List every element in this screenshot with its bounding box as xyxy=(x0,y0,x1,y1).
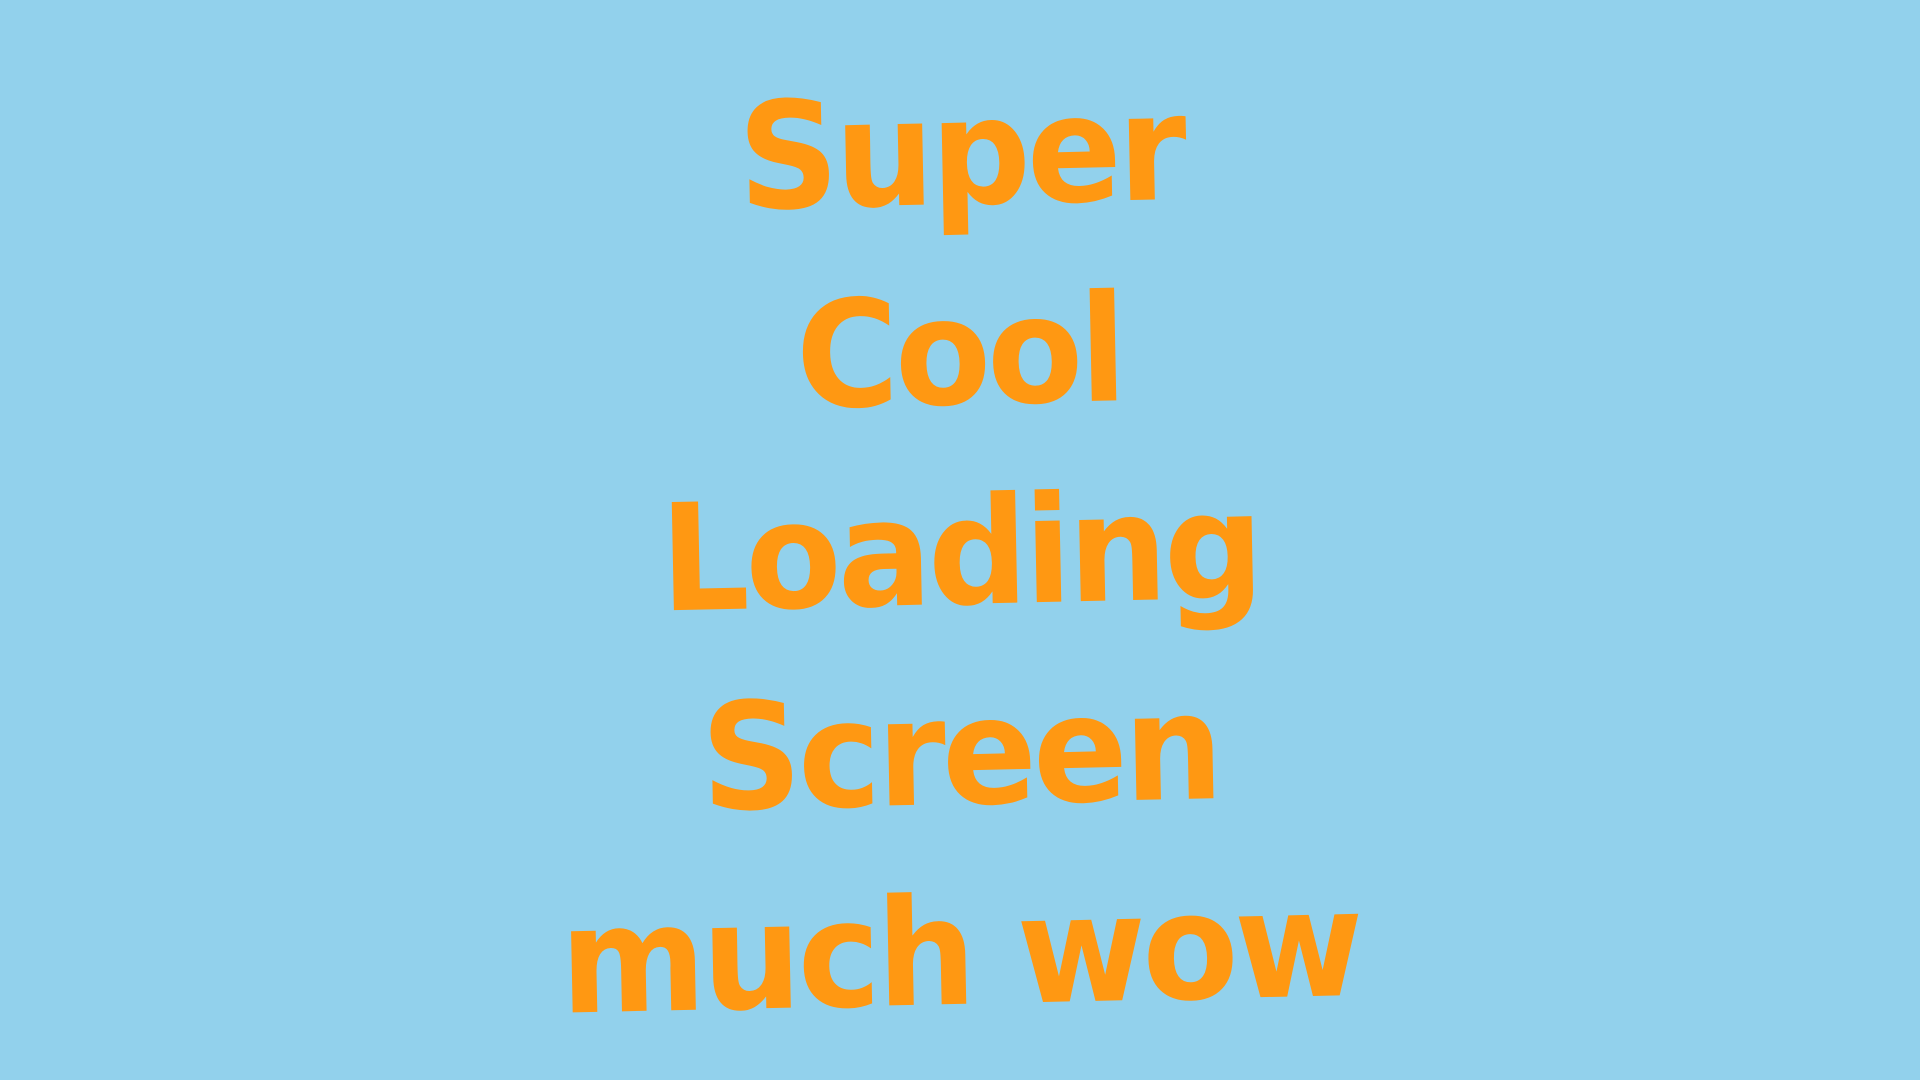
title-line-screen: Screen xyxy=(699,648,1221,860)
title-line-super: Super xyxy=(735,48,1185,260)
title-line-much-wow: much wow xyxy=(558,848,1362,1060)
title-text: Super xyxy=(735,62,1185,245)
title-line-cool: Cool xyxy=(794,248,1126,460)
loading-screen: Super Cool Loading Screen much wow xyxy=(0,0,1920,1080)
title-text: Screen xyxy=(699,661,1221,846)
title-text: Loading xyxy=(658,460,1262,647)
title-text: much wow xyxy=(558,858,1362,1049)
loading-title: Super Cool Loading Screen much wow xyxy=(0,54,1920,1054)
title-text: Cool xyxy=(794,263,1126,444)
title-line-loading: Loading xyxy=(658,448,1262,660)
